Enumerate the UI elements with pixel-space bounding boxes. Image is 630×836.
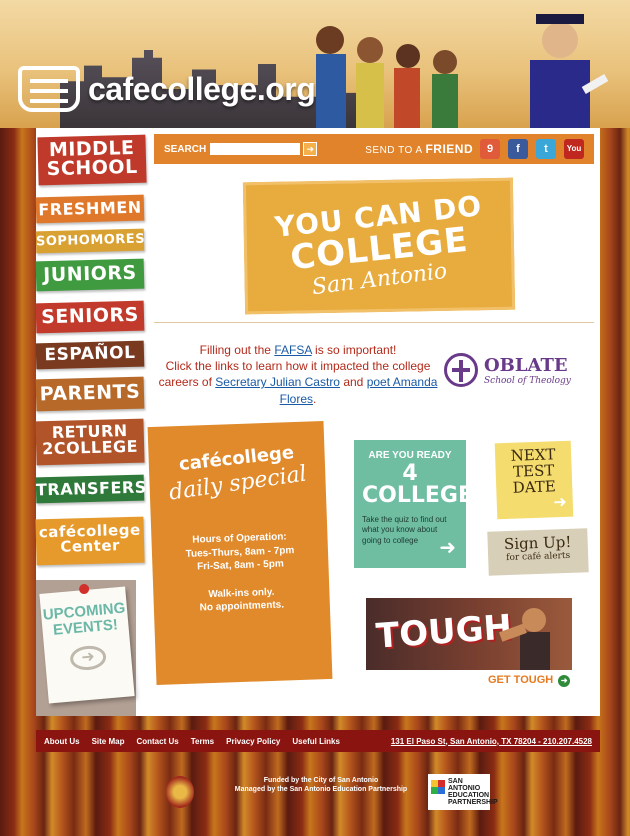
castro-link[interactable]: Secretary Julian Castro [215, 375, 340, 389]
top-toolbar: SEARCH ➜ SEND TO A FRIEND 9 f t You [154, 134, 594, 164]
funded-line-2: Managed by the San Antonio Education Par… [234, 786, 408, 794]
oblate-subtitle: School of Theology [484, 375, 571, 386]
nav-cafecollege-center[interactable]: cafécollege Center [35, 516, 145, 566]
fafsa-link[interactable]: FAFSA [274, 343, 311, 357]
oblate-sponsor[interactable]: OBLATE School of Theology [444, 336, 586, 404]
divider [154, 322, 594, 323]
fafsa-message: Filling out the FAFSA is so important! C… [158, 342, 438, 407]
walk-line-2: No appointments. [199, 599, 285, 614]
saep-mark-icon [431, 780, 445, 794]
fafsa-text-2: is so important! [311, 343, 397, 357]
footer-link-terms[interactable]: Terms [191, 737, 214, 746]
athlete-image [499, 608, 550, 670]
pushpin-icon [78, 583, 90, 595]
search-go-button[interactable]: ➜ [303, 142, 318, 156]
facebook-icon[interactable]: f [508, 139, 528, 159]
nav-return-2college[interactable]: RETURN 2COLLEGE [35, 418, 145, 466]
footer-credits: Funded by the City of San Antonio Manage… [160, 772, 498, 812]
site-header: cafecollege.org [0, 0, 630, 128]
cross-emblem-icon [444, 353, 478, 387]
coffee-cup-icon [18, 66, 80, 112]
send-suffix: FRIEND [425, 142, 474, 156]
funded-by-text: Funded by the City of San Antonio Manage… [216, 776, 426, 794]
nav-middle-school[interactable]: MIDDLE SCHOOL [37, 134, 147, 186]
send-to-friend-link[interactable]: SEND TO A FRIEND [365, 142, 473, 156]
get-tough-text: GET TOUGH [488, 674, 554, 686]
college-quiz-card[interactable]: ARE YOU READY 4 COLLEGE Take the quiz to… [354, 440, 473, 568]
twitter-icon[interactable]: t [536, 139, 556, 159]
hours-of-operation: Hours of Operation: Tues-Thurs, 8am - 7p… [185, 530, 295, 574]
sidebar-nav: MIDDLE SCHOOL FRESHMEN SOPHOMORES JUNIOR… [35, 128, 150, 716]
footer-link-about[interactable]: About Us [44, 737, 80, 746]
fafsa-end: . [313, 391, 317, 406]
get-tough-link[interactable]: GET TOUGH ➜ [488, 674, 571, 687]
nav-sophomores[interactable]: SOPHOMORES [35, 228, 145, 254]
footer-link-useful[interactable]: Useful Links [292, 737, 340, 746]
saep-text: SAN ANTONIO EDUCATION PARTNERSHIP [448, 778, 498, 806]
city-seal-icon [166, 776, 194, 808]
nav-espanol[interactable]: ESPAÑOL [35, 340, 145, 370]
arrow-right-icon: ➜ [439, 537, 456, 559]
fafsa-and: and [339, 375, 367, 390]
site-logo[interactable]: cafecollege.org [18, 66, 316, 112]
logo-text: cafecollege.org [88, 70, 316, 107]
nav-parents[interactable]: PARENTS [35, 376, 145, 412]
quiz-heading-1: ARE YOU READY [368, 450, 452, 461]
arrow-right-icon: ➜ [69, 643, 108, 671]
quiz-heading-2: 4 COLLEGE [362, 461, 473, 508]
footer-address[interactable]: 131 El Paso St, San Antonio, TX 78204 - … [391, 737, 592, 746]
tough-word: TOUGH [374, 607, 514, 657]
send-prefix: SEND TO A [365, 145, 423, 156]
footer-link-privacy[interactable]: Privacy Policy [226, 737, 280, 746]
nav-juniors[interactable]: JUNIORS [35, 258, 145, 292]
youtube-icon[interactable]: You [564, 139, 584, 159]
social-links: 9 f t You [480, 139, 584, 159]
upcoming-events-panel[interactable]: UPCOMING EVENTS! ➜ [36, 580, 136, 716]
tough-banner[interactable]: TOUGH [366, 598, 572, 670]
arrow-right-icon: ➜ [553, 492, 568, 512]
footer-nav: About Us Site Map Contact Us Terms Priva… [36, 730, 600, 752]
footer-link-sitemap[interactable]: Site Map [92, 737, 125, 746]
next-test-date-card[interactable]: NEXT TEST DATE ➜ [494, 440, 574, 520]
funded-line-1: Funded by the City of San Antonio [263, 777, 379, 784]
hours-line-2: Fri-Sat, 8am - 5pm [196, 558, 284, 573]
daily-special-panel: cafécollege daily special Hours of Opera… [147, 421, 333, 685]
saep-logo[interactable]: SAN ANTONIO EDUCATION PARTNERSHIP [428, 774, 498, 810]
upcoming-events-title: UPCOMING EVENTS! [42, 599, 126, 639]
signup-subtitle: for café alerts [506, 550, 571, 564]
main-content: MIDDLE SCHOOL FRESHMEN SOPHOMORES JUNIOR… [35, 128, 600, 716]
oblate-name: OBLATE [484, 354, 568, 376]
walk-in-note: Walk-ins only. No appointments. [199, 585, 284, 615]
signup-alerts-button[interactable]: Sign Up! for café alerts [487, 528, 589, 576]
fafsa-text-1: Filling out the [199, 343, 275, 357]
nav-transfers[interactable]: TRANSFERS [35, 474, 147, 504]
search-input[interactable] [210, 143, 301, 155]
hero-banner: YOU CAN DO COLLEGE San Antonio [242, 177, 516, 315]
nav-seniors[interactable]: SENIORS [35, 300, 145, 334]
students-photo [316, 14, 609, 128]
upcoming-events-note: UPCOMING EVENTS! ➜ [39, 583, 135, 704]
search-label: SEARCH [164, 143, 207, 155]
footer-link-contact[interactable]: Contact Us [136, 737, 178, 746]
calendar-icon[interactable]: 9 [480, 139, 500, 159]
nav-freshmen[interactable]: FRESHMEN [35, 194, 145, 224]
arrow-circle-icon: ➜ [558, 675, 571, 687]
